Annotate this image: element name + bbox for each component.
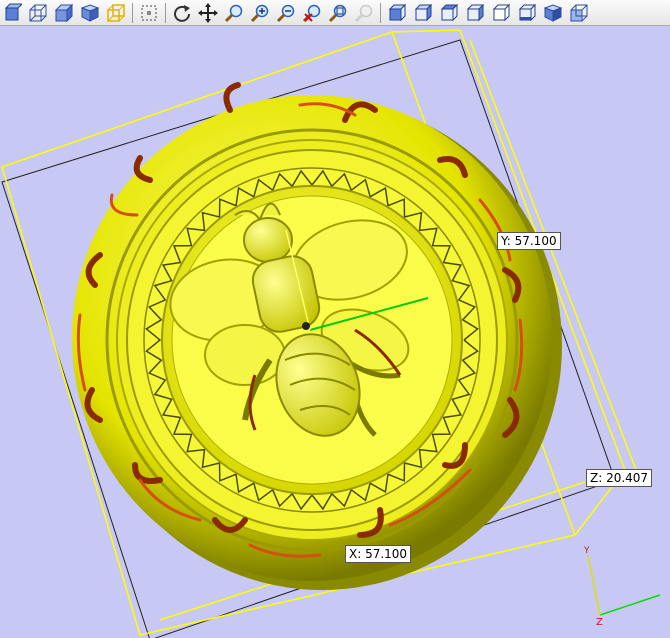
view-cube-bottom-icon[interactable]: [515, 1, 539, 25]
view-cube-right-icon[interactable]: [463, 1, 487, 25]
y-dimension-label: Y: 57.100: [497, 232, 561, 250]
zoom-icon[interactable]: [222, 1, 246, 25]
view-front-icon[interactable]: [0, 1, 24, 25]
zoom-out-icon[interactable]: [274, 1, 298, 25]
model-origin-marker: [302, 322, 310, 330]
view-cube-front-icon[interactable]: [385, 1, 409, 25]
zoom-disabled-icon: [352, 1, 376, 25]
3d-viewport[interactable]: Y Z Y: 57.100 Z: 20.407 X: 57.100: [0, 27, 670, 638]
x-dimension-label: X: 57.100: [345, 545, 412, 563]
zoom-fit-icon[interactable]: [326, 1, 350, 25]
view-cube-shaded-icon[interactable]: [567, 1, 591, 25]
zoom-reset-icon[interactable]: [300, 1, 324, 25]
world-y-axis: [587, 554, 601, 616]
view-cube-back-icon[interactable]: [411, 1, 435, 25]
main-toolbar: [0, 0, 670, 26]
toolbar-separator: [132, 2, 133, 23]
toolbar-separator: [165, 2, 166, 23]
zoom-in-icon[interactable]: [248, 1, 272, 25]
pan-icon[interactable]: [196, 1, 220, 25]
rotate-icon[interactable]: [170, 1, 194, 25]
view-iso-box-icon[interactable]: [78, 1, 102, 25]
world-x-axis: [599, 594, 661, 616]
view-cube-left-icon[interactable]: [437, 1, 461, 25]
z-dimension-label: Z: 20.407: [586, 469, 653, 487]
world-y-axis-label: Y: [583, 546, 590, 556]
view-bounding-box-icon[interactable]: [104, 1, 128, 25]
model-scene: Y Z: [1, 29, 661, 638]
toolbar-separator: [380, 2, 381, 23]
select-region-icon[interactable]: [137, 1, 161, 25]
view-shaded-box-icon[interactable]: [52, 1, 76, 25]
view-wireframe-box-icon[interactable]: [26, 1, 50, 25]
view-cube-iso-icon[interactable]: [541, 1, 565, 25]
view-cube-top-icon[interactable]: [489, 1, 513, 25]
world-z-axis-label: Z: [596, 617, 603, 628]
